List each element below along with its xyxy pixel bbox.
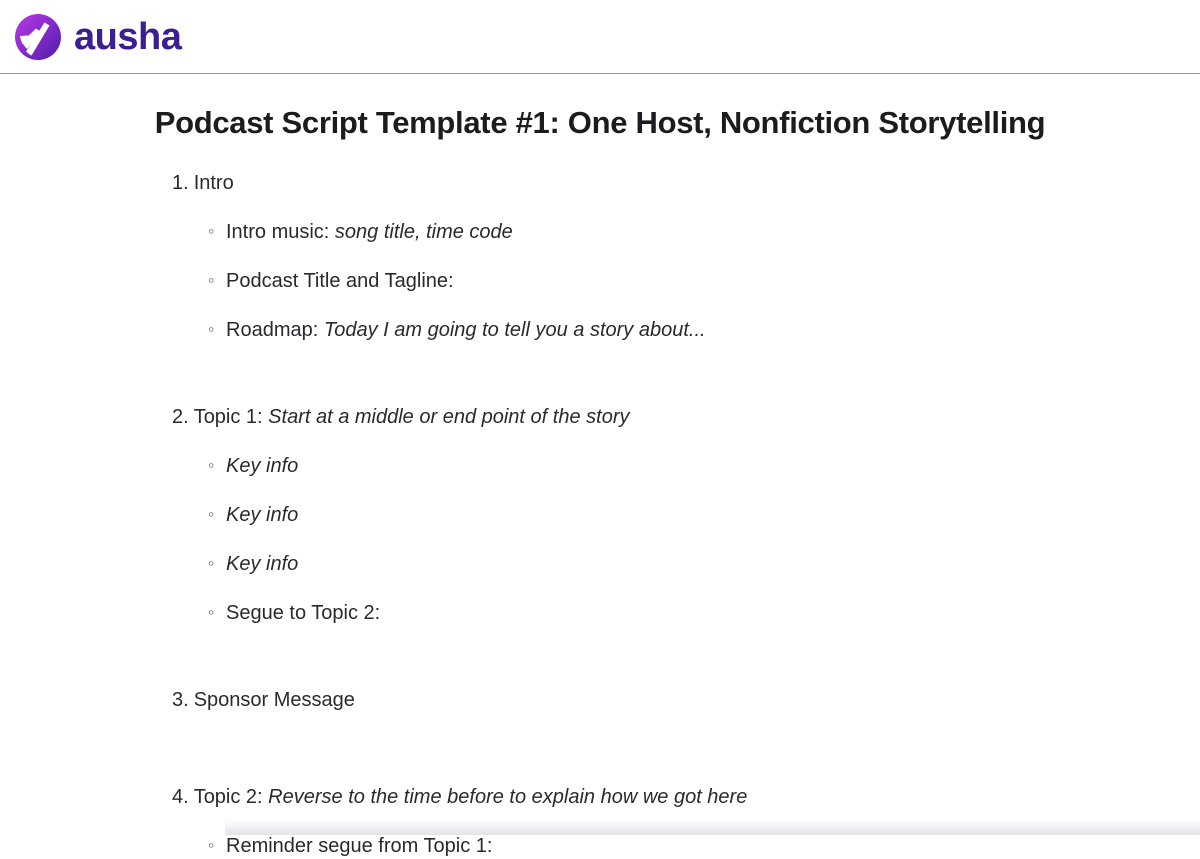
outline-section-label: Intro: [193, 172, 234, 195]
brand-logo[interactable]: ausha: [14, 13, 182, 61]
outline-section-number: 1.: [172, 172, 189, 195]
outline-section-heading: 4. Topic 2: Reverse to the time before to…: [172, 785, 1200, 810]
list-item: Key info: [172, 552, 1200, 577]
outline-section-emphasis: Reverse to the time before to explain ho…: [268, 786, 748, 809]
list-item: Key info: [172, 454, 1200, 479]
outline-subitem-list: Key info Key info Key info Segue to Topi…: [172, 454, 1200, 626]
subitem-label: Roadmap:: [226, 319, 324, 342]
outline-section-label: Topic 1:: [193, 406, 269, 429]
outline-section-label: Topic 2:: [193, 786, 269, 809]
outline-section-heading: 1. Intro: [172, 171, 1200, 196]
outline-subitem-list: Reminder segue from Topic 1:: [172, 834, 1200, 859]
document-body: Podcast Script Template #1: One Host, No…: [0, 74, 1200, 859]
list-item: Reminder segue from Topic 1:: [172, 834, 1200, 859]
list-item: Key info: [172, 503, 1200, 528]
list-item: Intro music: song title, time code: [172, 220, 1200, 245]
outline-section: 1.Intro Intro music: song title, time co…: [0, 171, 1200, 343]
subitem-emphasis: Today I am going to tell you a story abo…: [323, 319, 706, 342]
subitem-label: Segue to Topic 2:: [226, 602, 381, 625]
outline-section-heading: 2. Topic 1: Start at a middle or end poin…: [172, 405, 1200, 430]
site-header: ausha: [0, 0, 1200, 73]
outline-section-number: 4.: [172, 786, 189, 809]
page-title: Podcast Script Template #1: One Host, No…: [154, 105, 1046, 140]
outline-section: 2. Topic 1: Start at a middle or end poin…: [0, 405, 1200, 626]
subitem-emphasis: Key info: [226, 455, 299, 478]
subitem-label: Reminder segue from Topic 1:: [226, 835, 493, 858]
outline-subitem-list: Intro music: song title, time code Podca…: [172, 220, 1200, 343]
subitem-emphasis: Key info: [226, 553, 299, 576]
subitem-emphasis: Key info: [226, 504, 299, 527]
outline-section-number: 3.: [172, 689, 189, 712]
brand-wordmark: ausha: [74, 15, 182, 58]
outline-section: 3. Sponsor Message: [0, 688, 1200, 713]
subitem-label: Podcast Title and Tagline:: [226, 270, 454, 293]
ausha-wave-logo-icon: [15, 13, 61, 60]
list-item: Podcast Title and Tagline:: [172, 269, 1200, 294]
subitem-emphasis: song title, time code: [334, 221, 513, 244]
outline-section-heading: 3. Sponsor Message: [172, 688, 1200, 713]
script-outline: 1.Intro Intro music: song title, time co…: [0, 171, 1200, 859]
outline-section-number: 2.: [172, 406, 189, 429]
subitem-label: Intro music:: [226, 221, 335, 244]
list-item: Segue to Topic 2:: [172, 601, 1200, 626]
outline-section-emphasis: Start at a middle or end point of the st…: [268, 406, 630, 429]
outline-section: 4. Topic 2: Reverse to the time before to…: [0, 785, 1200, 859]
list-item: Roadmap: Today I am going to tell you a …: [172, 318, 1200, 343]
outline-section-label: Sponsor Message: [193, 689, 355, 712]
